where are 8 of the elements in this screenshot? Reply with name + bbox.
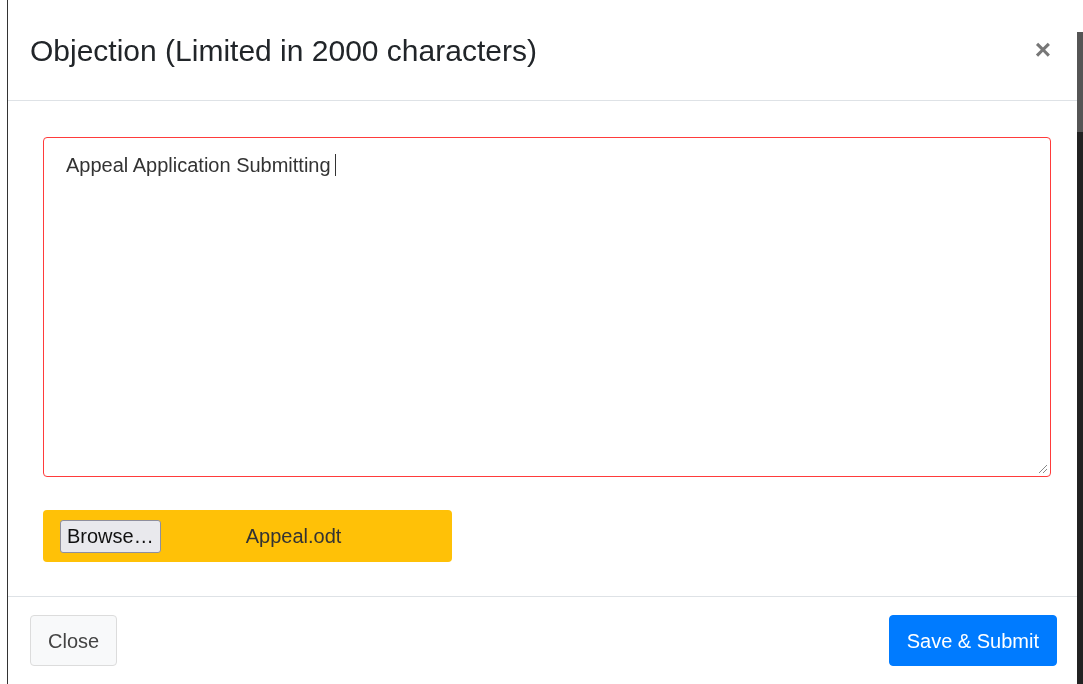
file-name: Appeal.odt <box>245 524 342 549</box>
save-submit-button[interactable]: Save & Submit <box>888 615 1057 666</box>
dialog-title: Objection (Limited in 2000 characters) <box>30 32 537 69</box>
browse-button[interactable]: Browse… <box>60 519 161 553</box>
objection-field[interactable]: Appeal Application Submitting <box>43 137 1051 477</box>
resize-grip-icon[interactable] <box>1036 462 1048 474</box>
file-input[interactable]: Browse… Appeal.odt <box>43 510 452 562</box>
close-button[interactable]: Close <box>30 615 118 666</box>
